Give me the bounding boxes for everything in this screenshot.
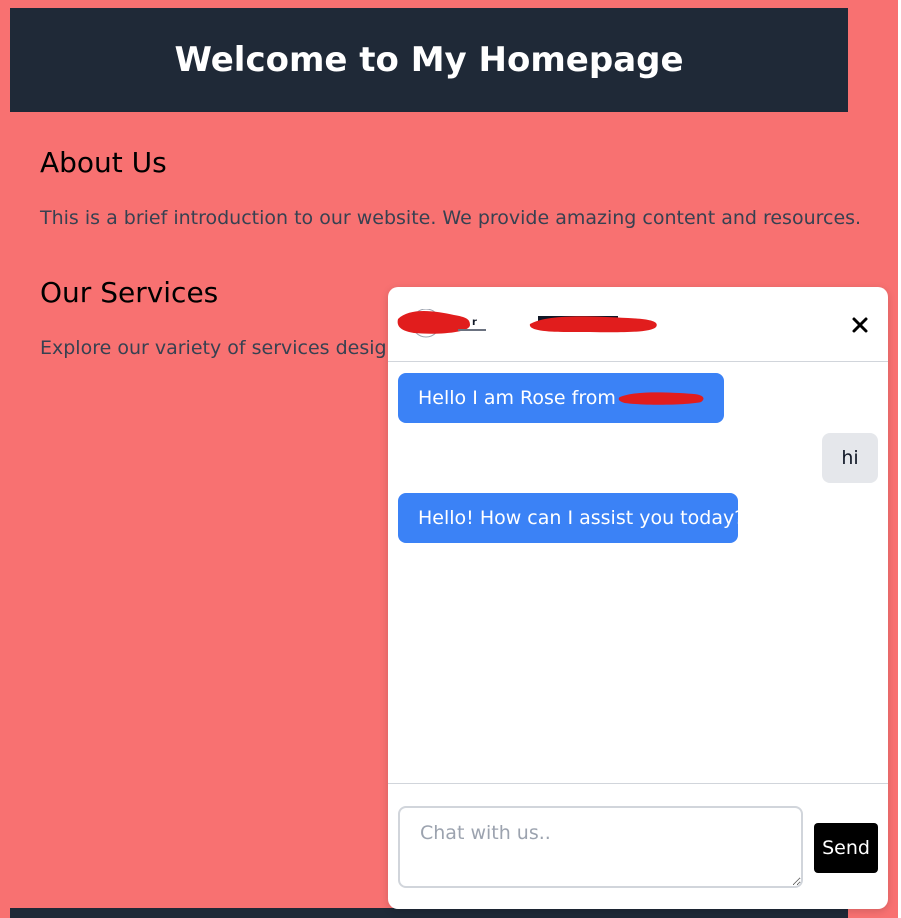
close-button[interactable] — [844, 309, 876, 341]
bot-message: Hello I am Rose from — [398, 373, 724, 423]
user-message: hi — [822, 433, 878, 483]
page-title: Welcome to My Homepage — [174, 40, 684, 80]
about-text: This is a brief introduction to our webs… — [40, 207, 862, 229]
message-text: Hello I am Rose from — [418, 387, 616, 409]
site-header: Welcome to My Homepage — [10, 8, 848, 112]
bot-message: Hello! How can I assist you today? — [398, 493, 744, 543]
site-footer — [10, 908, 848, 918]
svg-text:r: r — [472, 317, 477, 328]
brand-name-redacted — [529, 316, 657, 333]
chat-header: r — [388, 287, 888, 362]
redacted-name — [618, 392, 704, 405]
chat-footer: Send — [388, 783, 888, 909]
company-logo: r — [397, 309, 486, 338]
message-text: hi — [841, 447, 859, 469]
message-text: Hello! How can I assist you today? — [418, 507, 745, 529]
chat-input[interactable] — [398, 806, 803, 888]
close-icon — [852, 317, 868, 333]
about-heading: About Us — [40, 146, 167, 179]
message-list: Hello I am Rose from hi Hello! How can I… — [388, 362, 888, 783]
services-heading: Our Services — [40, 276, 219, 309]
chat-widget: r Hello I am Rose from hi Hello! How can… — [388, 287, 888, 909]
page: Welcome to My Homepage About Us This is … — [0, 0, 901, 918]
services-text: Explore our variety of services designed — [40, 337, 423, 359]
send-button[interactable]: Send — [814, 823, 878, 873]
